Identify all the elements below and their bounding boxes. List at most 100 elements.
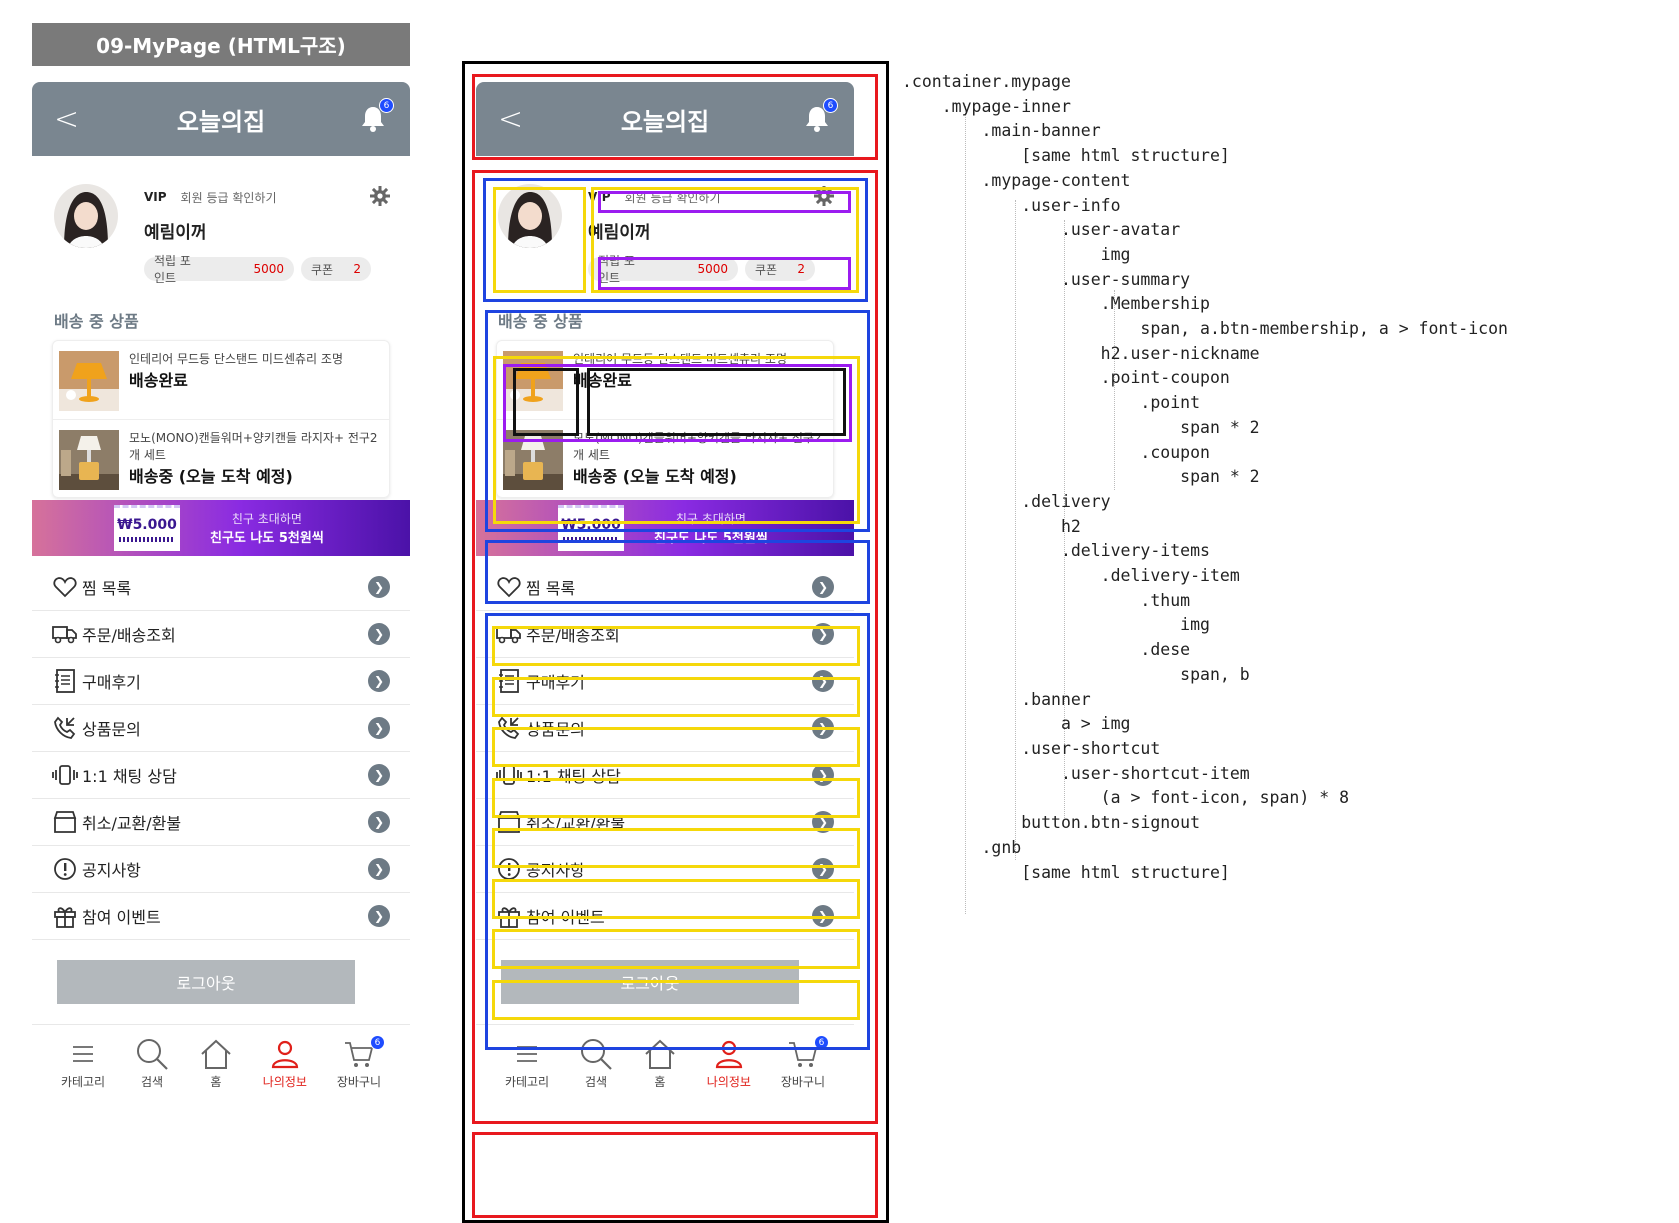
app-title: 오늘의집	[620, 107, 710, 136]
vibrate-phone-icon	[496, 762, 522, 788]
shortcut-label: 공지사항	[526, 861, 585, 880]
delivery-item[interactable]: 모노(MONO)캔들워머+양키캔들 라지자+ 전구2개 세트 배송중 (오늘 도…	[53, 419, 389, 497]
user-shortcut-item[interactable]: 1:1 채팅 상담 ❯	[32, 752, 410, 799]
settings-button[interactable]	[814, 185, 834, 209]
signout-button[interactable]: 로그아웃	[501, 960, 799, 1004]
settings-button[interactable]	[370, 185, 390, 209]
user-shortcut-item[interactable]: 참여 이벤트 ❯	[476, 893, 854, 940]
gnb-item[interactable]: 검색	[135, 1037, 169, 1090]
delivery-item[interactable]: 인테리어 무드등 단스탠드 미드센츄리 조명 배송완료	[497, 341, 833, 419]
membership-link[interactable]: 회원 등급 확인하기	[181, 189, 370, 206]
chevron-right-icon: ❯	[368, 670, 390, 692]
tree-line: .thum	[902, 590, 1191, 610]
delivery-desc: 모노(MONO)캔들워머+양키캔들 라지자+ 전구2개 세트 배송중 (오늘 도…	[573, 430, 827, 491]
membership: VIP 회원 등급 확인하기	[588, 185, 834, 209]
delivery-items: 인테리어 무드등 단스탠드 미드센츄리 조명 배송완료 모노(MONO)캔들워머…	[52, 340, 390, 498]
chevron-right-icon: ❯	[812, 858, 834, 880]
invite-banner[interactable]: ₩5.000 친구 초대하면 친구도 나도 5천원씩	[476, 500, 854, 556]
home-icon	[199, 1037, 233, 1071]
user-shortcut-item[interactable]: 구매후기 ❯	[476, 658, 854, 705]
coupon-label: 쿠폰	[311, 262, 334, 277]
home-icon	[643, 1037, 677, 1071]
barcode-graphic	[119, 537, 175, 542]
user-shortcut-item[interactable]: 1:1 채팅 상담 ❯	[476, 752, 854, 799]
user-shortcut-item[interactable]: 상품문의 ❯	[32, 705, 410, 752]
point[interactable]: 적립 포인트 5000	[144, 254, 294, 285]
tree-line: .user-info	[902, 195, 1121, 215]
shortcut-label: 참여 이벤트	[82, 908, 161, 927]
ticket-amount: ₩5.000	[117, 517, 177, 533]
gnb-item[interactable]: 나의정보	[263, 1037, 307, 1090]
back-button[interactable]: <	[54, 102, 84, 137]
point-coupon: 적립 포인트 5000 쿠폰 2	[144, 254, 390, 285]
chevron-right-icon: ❯	[368, 623, 390, 645]
notebook-icon	[52, 668, 78, 694]
tree-line: .Membership	[902, 294, 1210, 314]
user-shortcut-item[interactable]: 주문/배송조회 ❯	[476, 611, 854, 658]
membership-link[interactable]: 회원 등급 확인하기	[625, 189, 814, 206]
point-label: 적립 포인트	[154, 254, 191, 285]
tree-line: span, b	[902, 664, 1250, 684]
gnb-item[interactable]: 장바구니 6	[781, 1035, 830, 1090]
chevron-right-icon: ❯	[812, 764, 834, 786]
point[interactable]: 적립 포인트 5000	[588, 254, 738, 285]
delivery-item[interactable]: 인테리어 무드등 단스탠드 미드센츄리 조명 배송완료	[53, 341, 389, 419]
gear-icon	[814, 185, 834, 206]
gnb-item[interactable]: 카테고리	[505, 1037, 549, 1090]
user-shortcut-item[interactable]: 공지사항 ❯	[476, 846, 854, 893]
user-shortcut-item[interactable]: 취소/교환/환불 ❯	[476, 799, 854, 846]
tree-line: .dese	[902, 640, 1191, 660]
truck-icon	[52, 621, 78, 647]
tree-line: .mypage-inner	[902, 96, 1071, 116]
gnb-item[interactable]: 홈	[199, 1037, 233, 1090]
user-shortcut-item[interactable]: 참여 이벤트 ❯	[32, 893, 410, 940]
coupon[interactable]: 쿠폰 2	[745, 257, 815, 281]
user-shortcut-item[interactable]: 공지사항 ❯	[32, 846, 410, 893]
gnb-item[interactable]: 나의정보	[707, 1037, 751, 1090]
gear-icon	[370, 185, 390, 206]
gnb-item[interactable]: 카테고리	[61, 1037, 105, 1090]
shortcut-label: 구매후기	[82, 673, 141, 692]
product-name: 인테리어 무드등 단스탠드 미드센츄리 조명	[129, 352, 343, 366]
gnb-item[interactable]: 검색	[579, 1037, 613, 1090]
shortcut-label: 참여 이벤트	[526, 908, 605, 927]
gnb-label: 홈	[654, 1075, 666, 1089]
tree-line: .user-shortcut-item	[902, 763, 1250, 783]
chevron-right-icon: ❯	[812, 576, 834, 598]
user-shortcut-item[interactable]: 찜 목록 ❯	[32, 564, 410, 611]
gnb-label: 나의정보	[706, 1075, 751, 1089]
user-shortcut-item[interactable]: 주문/배송조회 ❯	[32, 611, 410, 658]
coupon-value: 2	[797, 262, 805, 276]
product-thumbnail-lamp	[503, 351, 563, 411]
user-shortcut-item[interactable]: 구매후기 ❯	[32, 658, 410, 705]
coupon[interactable]: 쿠폰 2	[301, 257, 371, 281]
user-shortcut-item[interactable]: 상품문의 ❯	[476, 705, 854, 752]
delivery-item[interactable]: 모노(MONO)캔들워머+양키캔들 라지자+ 전구2개 세트 배송중 (오늘 도…	[497, 419, 833, 497]
point-label: 적립 포인트	[598, 254, 635, 285]
user-avatar	[498, 184, 562, 248]
notification-button[interactable]: 6	[358, 98, 394, 134]
gnb-item[interactable]: 장바구니 6	[337, 1035, 386, 1090]
gnb-item[interactable]: 홈	[643, 1037, 677, 1090]
user-shortcut-item[interactable]: 찜 목록 ❯	[476, 564, 854, 611]
shortcut-label: 취소/교환/환불	[526, 814, 626, 833]
delivery-heading: 배송 중 상품	[498, 312, 583, 331]
tree-line: span * 2	[902, 417, 1260, 437]
tree-line: .delivery-items	[902, 541, 1210, 561]
tree-line: .coupon	[902, 442, 1210, 462]
tree-line: button.btn-signout	[902, 813, 1201, 833]
back-button[interactable]: <	[498, 102, 528, 137]
user-shortcut-item[interactable]: 취소/교환/환불 ❯	[32, 799, 410, 846]
main-banner: < 오늘의집 6	[32, 82, 410, 156]
shortcut-label: 1:1 채팅 상담	[526, 767, 621, 786]
notification-button[interactable]: 6	[802, 98, 838, 134]
main-banner: < 오늘의집 6	[476, 82, 854, 156]
phone-call-icon	[496, 715, 522, 741]
user-icon	[714, 1037, 744, 1071]
invite-banner[interactable]: ₩5.000 친구 초대하면 친구도 나도 5천원씩	[32, 500, 410, 556]
user-shortcut: 찜 목록 ❯ 주문/배송조회 ❯ 구매후기 ❯ 상품문의 ❯ 1:1 채팅 상담 ❯ 취소/교환/환…	[32, 556, 410, 940]
product-thumbnail-candle	[59, 430, 119, 490]
delivery-status: 배송완료	[129, 371, 188, 390]
signout-button[interactable]: 로그아웃	[57, 960, 355, 1004]
tree-line: h2	[902, 516, 1081, 536]
